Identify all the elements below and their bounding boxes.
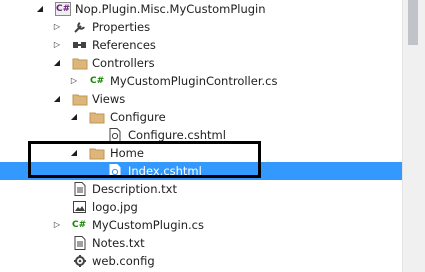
tree-item-views[interactable]: ◢ Views <box>0 90 403 108</box>
cshtml-file-icon <box>109 128 121 142</box>
tree-item-label: Nop.Plugin.Misc.MyCustomPlugin <box>75 2 266 16</box>
tree-item-controller-file[interactable]: ▷ C# MyCustomPluginController.cs <box>0 72 403 90</box>
config-file-icon <box>74 255 86 267</box>
tree-item-label: Properties <box>92 20 151 34</box>
folder-icon <box>72 58 88 70</box>
tree-item-label: References <box>92 38 156 52</box>
text-file-icon <box>74 182 86 196</box>
expanded-arrow-icon[interactable]: ◢ <box>51 54 63 72</box>
solution-explorer-tree: ◢ C# Nop.Plugin.Misc.MyCustomPlugin ▷ Pr… <box>0 0 403 272</box>
tree-item-mycustomplugin-cs[interactable]: ▷ C# MyCustomPlugin.cs <box>0 216 403 234</box>
expanded-arrow-icon[interactable]: ◢ <box>51 90 63 108</box>
tree-item-configure-folder[interactable]: ◢ Configure <box>0 108 403 126</box>
expanded-arrow-icon[interactable]: ◢ <box>34 0 46 18</box>
tree-item-label: Controllers <box>92 56 155 70</box>
tree-item-references[interactable]: ▷ References <box>0 36 403 54</box>
folder-icon <box>89 112 105 124</box>
tree-item-label: MyCustomPluginController.cs <box>110 74 278 88</box>
tree-item-label: Views <box>92 92 126 106</box>
tree-item-label: logo.jpg <box>92 200 138 214</box>
highlight-box <box>28 141 261 178</box>
csharp-file-icon: C# <box>72 220 87 230</box>
collapsed-arrow-icon[interactable]: ▷ <box>51 18 63 36</box>
tree-item-label: Description.txt <box>92 182 177 196</box>
references-icon <box>73 42 86 48</box>
collapsed-arrow-icon[interactable]: ▷ <box>51 36 63 54</box>
tree-item-label: Configure <box>110 110 166 124</box>
vertical-scrollbar[interactable] <box>402 0 425 272</box>
collapsed-arrow-icon[interactable]: ▷ <box>68 72 80 90</box>
wrench-icon <box>74 22 85 33</box>
tree-item-logo-jpg[interactable]: logo.jpg <box>0 198 403 216</box>
tree-item-label: Notes.txt <box>92 236 145 250</box>
expanded-arrow-icon[interactable]: ◢ <box>68 108 80 126</box>
tree-item-controllers[interactable]: ◢ Controllers <box>0 54 403 72</box>
folder-icon <box>72 94 88 106</box>
tree-item-notes-txt[interactable]: Notes.txt <box>0 234 403 252</box>
csharp-file-icon: C# <box>90 76 105 86</box>
scrollbar-thumb[interactable] <box>408 0 418 45</box>
tree-item-label: web.config <box>92 254 155 268</box>
tree-item-web-config[interactable]: web.config <box>0 252 403 270</box>
text-file-icon <box>74 236 86 250</box>
image-file-icon <box>73 201 86 213</box>
tree-item-label: MyCustomPlugin.cs <box>92 218 204 232</box>
tree-item-project[interactable]: ◢ C# Nop.Plugin.Misc.MyCustomPlugin <box>0 0 403 18</box>
csharp-project-icon: C# <box>55 2 71 16</box>
collapsed-arrow-icon[interactable]: ▷ <box>51 216 63 234</box>
tree-item-description-txt[interactable]: Description.txt <box>0 180 403 198</box>
tree-item-properties[interactable]: ▷ Properties <box>0 18 403 36</box>
